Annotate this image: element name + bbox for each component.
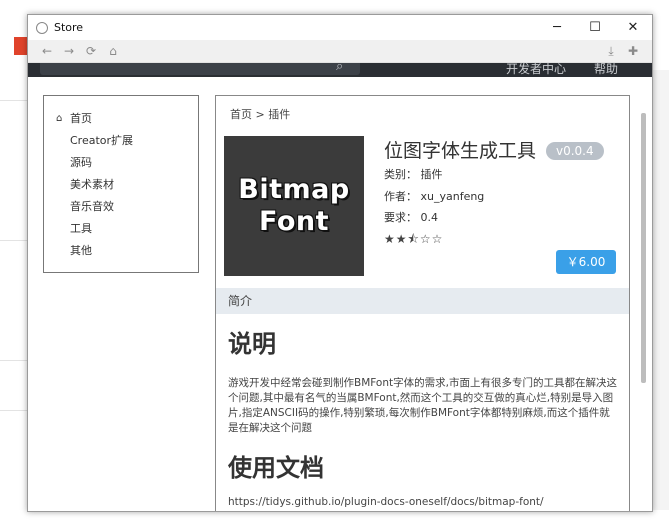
window-controls: ─ ☐ ✕ xyxy=(538,15,652,40)
intro-tab[interactable]: 简介 xyxy=(216,288,629,314)
sidebar-item-source-code[interactable]: 源码 xyxy=(44,152,198,174)
background-divider xyxy=(0,360,27,361)
product-requirement: 要求： 0.4 xyxy=(384,211,438,224)
sidebar-item-creator-extension[interactable]: Creator扩展 xyxy=(44,130,198,152)
description-heading: 说明 xyxy=(228,330,276,358)
product-title: 位图字体生成工具 xyxy=(384,140,537,162)
rating-stars: ★★⯪☆☆ xyxy=(384,232,444,246)
home-icon[interactable]: ⌂ xyxy=(102,44,124,58)
sidebar-item-home[interactable]: ⌂ 首页 xyxy=(44,108,198,130)
buy-button[interactable]: ￥6.00 xyxy=(556,250,616,274)
reload-icon[interactable]: ⟳ xyxy=(80,44,102,58)
background-red-tab xyxy=(14,37,28,55)
scrollbar-thumb[interactable] xyxy=(641,113,646,383)
version-badge: v0.0.4 xyxy=(546,142,604,160)
product-author: 作者： xu_yanfeng xyxy=(384,190,485,203)
breadcrumb[interactable]: 首页 > 插件 xyxy=(230,106,290,122)
header-link-help[interactable]: 帮助 xyxy=(594,60,618,77)
page-scrollbar[interactable] xyxy=(638,63,650,509)
background-divider xyxy=(0,240,27,241)
sidebar-item-label: 工具 xyxy=(70,222,92,235)
sidebar-item-tools[interactable]: 工具 xyxy=(44,218,198,240)
home-icon: ⌂ xyxy=(56,113,63,124)
close-button[interactable]: ✕ xyxy=(614,15,652,40)
product-category: 类别： 插件 xyxy=(384,168,443,181)
forward-arrow-icon[interactable]: → xyxy=(58,44,80,58)
description-text: 游戏开发中经常会碰到制作BMFont字体的需求,市面上有很多专门的工具都在解决这… xyxy=(228,377,617,434)
background-divider xyxy=(0,100,27,101)
minimize-button[interactable]: ─ xyxy=(538,15,576,40)
title-bar: Store ─ ☐ ✕ xyxy=(28,15,652,40)
sidebar-item-label: Creator扩展 xyxy=(70,134,134,147)
product-panel: 首页 > 插件 Bitmap Font 位图字体生成工具 v0.0.4 类别： … xyxy=(215,95,630,511)
header-link-developer[interactable]: 开发者中心 xyxy=(506,60,566,77)
search-icon[interactable]: ⌕ xyxy=(336,59,343,74)
product-cover-image: Bitmap Font xyxy=(224,136,364,276)
sidebar-item-other[interactable]: 其他 xyxy=(44,240,198,262)
store-app-icon xyxy=(36,21,48,34)
store-window: Store ─ ☐ ✕ ← → ⟳ ⌂ ⤓ ✚ ⌕ 开发者中心 帮助 ⌂ 首页 xyxy=(27,14,653,512)
maximize-button[interactable]: ☐ xyxy=(576,15,614,40)
search-input[interactable] xyxy=(40,63,360,75)
window-title: Store xyxy=(54,21,84,34)
back-arrow-icon[interactable]: ← xyxy=(36,44,58,58)
category-sidebar: ⌂ 首页 Creator扩展 源码 美术素材 音乐音效 工具 其他 xyxy=(43,95,199,273)
cover-text-line: Font xyxy=(258,206,330,237)
sidebar-item-label: 美术素材 xyxy=(70,178,114,191)
sidebar-item-label: 源码 xyxy=(70,156,92,169)
background-divider xyxy=(0,410,27,411)
sidebar-item-label: 首页 xyxy=(70,112,92,125)
download-icon[interactable]: ⤓ xyxy=(600,44,622,59)
sidebar-item-audio[interactable]: 音乐音效 xyxy=(44,196,198,218)
docs-link[interactable]: https://tidys.github.io/plugin-docs-ones… xyxy=(228,496,544,508)
cover-text-line: Bitmap xyxy=(238,174,350,205)
page-content: ⌕ 开发者中心 帮助 ⌂ 首页 Creator扩展 源码 美术素材 音乐音效 工… xyxy=(28,59,652,511)
sidebar-item-label: 音乐音效 xyxy=(70,200,114,213)
extension-icon[interactable]: ✚ xyxy=(622,44,644,59)
docs-heading: 使用文档 xyxy=(228,454,324,482)
site-header: ⌕ 开发者中心 帮助 xyxy=(28,59,652,77)
intro-tab-label: 简介 xyxy=(228,294,253,308)
sidebar-item-art-assets[interactable]: 美术素材 xyxy=(44,174,198,196)
sidebar-item-label: 其他 xyxy=(70,244,92,257)
